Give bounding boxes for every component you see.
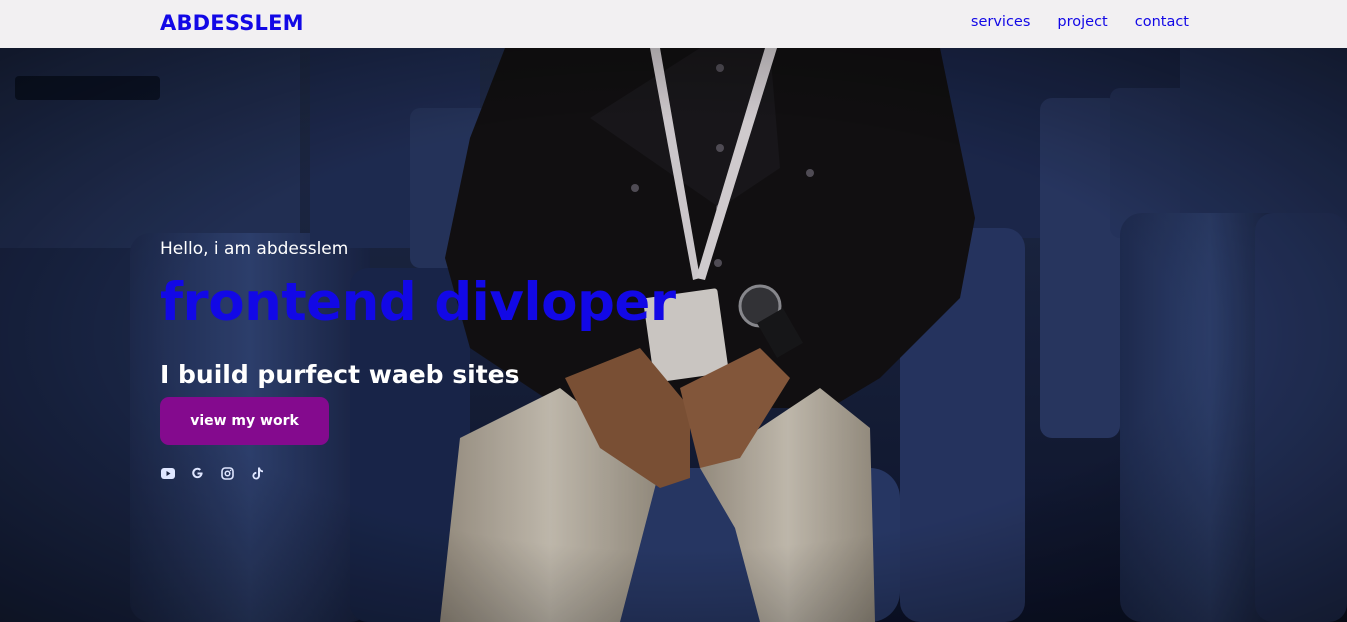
hero-background-photo [0, 48, 1347, 622]
nav-link-contact[interactable]: contact [1135, 14, 1189, 30]
hero-greeting: Hello, i am abdesslem [160, 239, 349, 259]
google-icon[interactable] [190, 466, 205, 481]
navbar: ABDESSLEM services project contact [0, 0, 1347, 48]
nav-link-project[interactable]: project [1057, 14, 1107, 30]
view-my-work-button[interactable]: view my work [160, 397, 329, 445]
hero-tagline: I build purfect waeb sites [160, 360, 520, 389]
tiktok-icon[interactable] [250, 466, 265, 481]
social-links [160, 466, 265, 481]
nav-link-services[interactable]: services [971, 14, 1031, 30]
nav-links: services project contact [971, 14, 1189, 30]
youtube-icon[interactable] [160, 466, 175, 481]
hero-headline: frontend divloper [160, 272, 676, 333]
instagram-icon[interactable] [220, 466, 235, 481]
hero-section: Hello, i am abdesslem frontend divloper … [0, 48, 1347, 622]
site-logo[interactable]: ABDESSLEM [160, 11, 304, 35]
